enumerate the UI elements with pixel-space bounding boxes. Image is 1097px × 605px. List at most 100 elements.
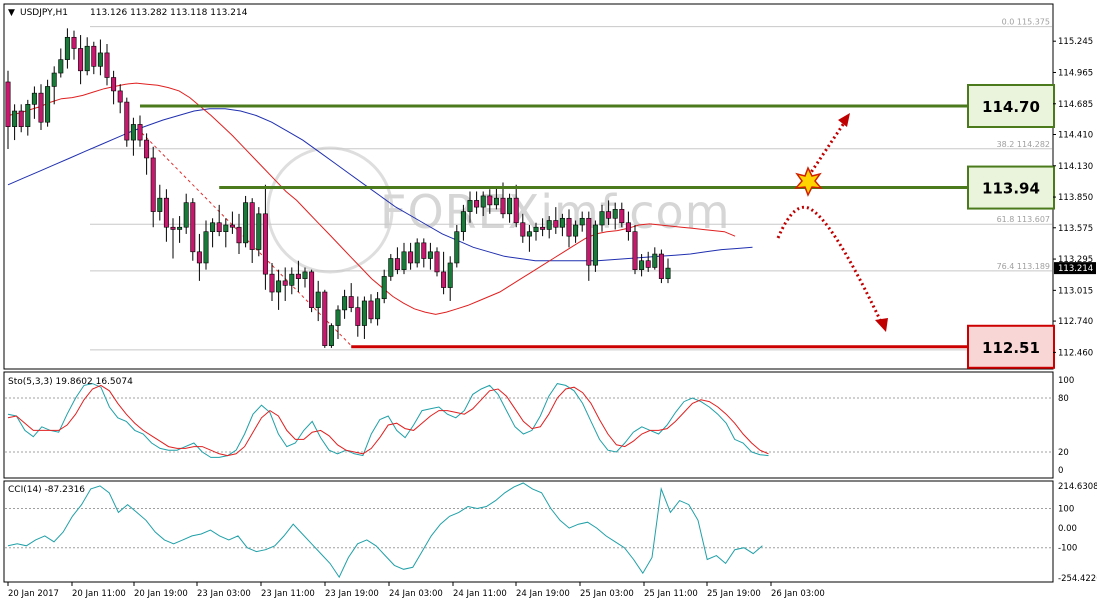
candle-body[interactable] <box>592 224 598 266</box>
candle-body[interactable] <box>573 224 579 237</box>
candle-body[interactable] <box>394 258 400 270</box>
candle-body[interactable] <box>335 309 341 326</box>
candle-body[interactable] <box>513 197 519 224</box>
candle-body[interactable] <box>315 291 321 308</box>
candle-body[interactable] <box>328 325 334 346</box>
candle-body[interactable] <box>111 77 117 92</box>
candle-body[interactable] <box>91 45 97 67</box>
candle-body[interactable] <box>289 273 295 286</box>
candle-body[interactable] <box>441 271 447 288</box>
candle-body[interactable] <box>619 209 625 224</box>
candle-body[interactable] <box>454 231 460 264</box>
candle-body[interactable] <box>269 273 275 293</box>
candle-body[interactable] <box>210 222 216 232</box>
candle-body[interactable] <box>262 213 268 275</box>
candle-body[interactable] <box>216 222 222 232</box>
candle-body[interactable] <box>447 262 453 288</box>
candle-body[interactable] <box>553 220 559 228</box>
candle-body[interactable] <box>58 59 64 74</box>
candle-body[interactable] <box>559 217 565 228</box>
candle-body[interactable] <box>434 251 440 273</box>
candle-body[interactable] <box>157 197 163 212</box>
candle-body[interactable] <box>414 242 420 264</box>
candle-body[interactable] <box>84 45 90 72</box>
candle-body[interactable] <box>533 226 539 232</box>
candle-body[interactable] <box>546 220 552 230</box>
candle-body[interactable] <box>97 52 103 67</box>
candle-body[interactable] <box>625 222 631 232</box>
candle-body[interactable] <box>467 200 473 212</box>
candle-body[interactable] <box>5 81 11 127</box>
candle-body[interactable] <box>12 110 18 127</box>
candle-body[interactable] <box>229 224 235 228</box>
candle-body[interactable] <box>474 200 480 208</box>
candle-body[interactable] <box>203 231 209 264</box>
stochastic-pane[interactable] <box>3 371 1054 479</box>
candle-body[interactable] <box>170 226 176 230</box>
candle-body[interactable] <box>487 195 493 206</box>
candle-body[interactable] <box>500 197 506 215</box>
candle-body[interactable] <box>652 253 658 268</box>
candle-body[interactable] <box>150 157 156 212</box>
candle-body[interactable] <box>381 276 387 300</box>
candle-body[interactable] <box>236 226 242 244</box>
candle-body[interactable] <box>78 48 84 72</box>
candle-body[interactable] <box>309 271 315 308</box>
candle-body[interactable] <box>427 251 433 259</box>
candle-body[interactable] <box>361 300 367 326</box>
candle-body[interactable] <box>606 211 612 219</box>
candle-body[interactable] <box>520 222 526 237</box>
candle-body[interactable] <box>507 197 513 215</box>
candle-body[interactable] <box>282 280 288 286</box>
candle-body[interactable] <box>579 217 585 226</box>
candle-body[interactable] <box>540 226 546 230</box>
candle-body[interactable] <box>348 296 354 308</box>
candle-body[interactable] <box>243 202 249 244</box>
candle-body[interactable] <box>460 211 466 232</box>
candle-body[interactable] <box>249 202 255 250</box>
candle-body[interactable] <box>665 267 671 279</box>
candle-body[interactable] <box>256 213 262 250</box>
candle-body[interactable] <box>388 258 394 277</box>
candle-body[interactable] <box>276 280 282 293</box>
candle-body[interactable] <box>104 52 110 78</box>
candle-body[interactable] <box>190 202 196 253</box>
candle-body[interactable] <box>302 271 308 279</box>
candle-body[interactable] <box>295 273 301 279</box>
candle-body[interactable] <box>480 195 486 208</box>
candle-body[interactable] <box>18 110 24 127</box>
candle-body[interactable] <box>355 307 361 326</box>
candle-body[interactable] <box>38 92 44 123</box>
candle-body[interactable] <box>45 86 51 123</box>
candle-body[interactable] <box>639 260 645 270</box>
candle-body[interactable] <box>493 197 499 206</box>
candle-body[interactable] <box>375 298 381 320</box>
candle-body[interactable] <box>223 224 229 232</box>
candle-body[interactable] <box>408 251 414 264</box>
candle-body[interactable] <box>658 253 664 279</box>
candle-body[interactable] <box>177 226 183 230</box>
candle-body[interactable] <box>586 217 592 266</box>
cci-pane[interactable] <box>3 480 1054 583</box>
candle-body[interactable] <box>64 36 70 60</box>
candle-body[interactable] <box>526 231 532 237</box>
candle-body[interactable] <box>612 209 618 219</box>
candle-body[interactable] <box>342 296 348 311</box>
candle-body[interactable] <box>25 104 31 127</box>
candle-body[interactable] <box>368 300 374 320</box>
candle-body[interactable] <box>632 231 638 270</box>
candle-body[interactable] <box>322 291 328 346</box>
candle-body[interactable] <box>163 197 169 228</box>
candle-body[interactable] <box>31 92 37 105</box>
candle-body[interactable] <box>566 217 572 237</box>
candle-body[interactable] <box>117 90 123 103</box>
candle-body[interactable] <box>71 36 77 49</box>
candle-body[interactable] <box>645 260 651 268</box>
candle-body[interactable] <box>599 211 605 226</box>
candle-body[interactable] <box>130 124 136 141</box>
candle-body[interactable] <box>401 251 407 270</box>
candle-body[interactable] <box>183 202 189 228</box>
candle-body[interactable] <box>51 72 57 87</box>
candle-body[interactable] <box>137 124 143 141</box>
candle-body[interactable] <box>421 242 427 259</box>
